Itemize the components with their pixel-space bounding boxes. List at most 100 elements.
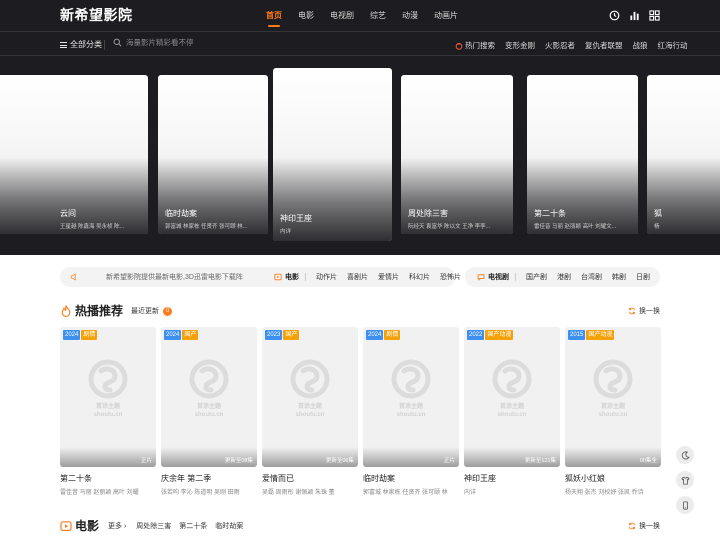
grid-icon[interactable] xyxy=(648,9,660,21)
banner-slide[interactable]: 周处除三害 阮经天 袁富华 陈以文 王净 李李... xyxy=(401,75,513,234)
theme-button[interactable] xyxy=(676,471,694,489)
top-navbar: 新希望影院 首页 电影 电视剧 综艺 动漫 动画片 xyxy=(0,0,720,30)
video-cast: 张若昀 李沁 陈道明 吴刚 田雨 xyxy=(161,490,240,496)
banner-slide[interactable]: 临时劫案 郭富城 林家栋 任贤齐 张可颐 林... xyxy=(158,75,268,234)
video-card[interactable]: 首涂主题 shoutu.cn 2024 国产 更新至08集 庆余年 第二季 张若… xyxy=(161,327,257,496)
placeholder-logo-icon xyxy=(290,359,330,399)
watermark-line1: 首涂主题 xyxy=(398,404,423,410)
clock-icon[interactable] xyxy=(608,9,620,21)
category-link[interactable]: 爱情片 xyxy=(378,272,399,282)
quick-link[interactable]: 临时劫案 xyxy=(215,521,243,531)
poster-image[interactable]: 首涂主题 shoutu.cn 2024 国产 更新至08集 xyxy=(161,327,257,467)
divider xyxy=(104,40,105,50)
video-card[interactable]: 首涂主题 shoutu.cn 2022 国产动漫 更新至121集 神印王座 内详 xyxy=(464,327,560,496)
all-categories-button[interactable]: 全部分类 xyxy=(60,39,102,50)
watermark-text: 首涂主题 shoutu.cn xyxy=(565,403,661,419)
banner-slide[interactable]: 第二十条 雷佳音 马丽 赵丽颖 高叶 刘耀文... xyxy=(527,75,638,234)
poster-image[interactable]: 首涂主题 shoutu.cn 2022 国产动漫 更新至121集 xyxy=(464,327,560,467)
video-card[interactable]: 首涂主题 shoutu.cn 2024 剧情 正片 第二十条 雷佳音 马丽 赵丽… xyxy=(60,327,156,496)
category-link[interactable]: 动作片 xyxy=(316,272,337,282)
video-title[interactable]: 爱情而已 xyxy=(262,473,358,484)
hot-section-title: 热播推荐 xyxy=(75,304,124,318)
category-link[interactable]: 喜剧片 xyxy=(347,272,368,282)
hot-keyword[interactable]: 变形金刚 xyxy=(505,40,535,51)
category-link[interactable]: 日剧 xyxy=(636,272,650,282)
poster-tags: 2022 国产动漫 xyxy=(467,330,514,340)
poster-image[interactable]: 首涂主题 shoutu.cn 2024 剧情 正片 xyxy=(363,327,459,467)
flame-icon xyxy=(61,304,71,317)
placeholder-logo-icon xyxy=(492,359,532,399)
genre-tag: 剧情 xyxy=(384,330,401,340)
tv-category-head[interactable]: 电视剧 xyxy=(477,272,516,282)
movie-category-head[interactable]: 电影 xyxy=(274,272,306,282)
nav-item-cartoon[interactable]: 动画片 xyxy=(434,10,458,21)
mobile-button[interactable] xyxy=(676,496,694,514)
category-link[interactable]: 科幻片 xyxy=(409,272,430,282)
slide-cast: 内详 xyxy=(280,229,292,235)
slide-cast: 阮经天 袁富华 陈以文 王净 李李... xyxy=(408,224,491,230)
poster-image[interactable]: 首涂主题 shoutu.cn 2023 国产 更新至06集 xyxy=(262,327,358,467)
watermark-line1: 首涂主题 xyxy=(196,404,221,410)
category-link[interactable]: 恐怖片 xyxy=(440,272,461,282)
category-link[interactable]: 国产剧 xyxy=(526,272,547,282)
chat-bubble-icon xyxy=(477,274,485,281)
nav-item-variety[interactable]: 综艺 xyxy=(370,10,386,21)
recent-updates-link[interactable]: 最近更新 0 xyxy=(131,306,172,316)
category-link[interactable]: 韩剧 xyxy=(612,272,626,282)
hot-keyword[interactable]: 战狼 xyxy=(633,40,648,51)
video-title[interactable]: 第二十条 xyxy=(60,473,156,484)
slide-title: 第二十条 xyxy=(534,209,566,218)
genre-tag: 剧情 xyxy=(81,330,98,340)
quick-link[interactable]: 第二十条 xyxy=(179,521,207,531)
video-title[interactable]: 狐妖小红娘 xyxy=(565,473,661,484)
more-link[interactable]: 更多 › xyxy=(108,521,126,531)
search-input[interactable] xyxy=(126,38,286,47)
swap-button[interactable]: 换一换 xyxy=(628,306,660,316)
slide-title: 周处除三害 xyxy=(408,209,448,218)
video-title[interactable]: 临时劫案 xyxy=(363,473,459,484)
video-title[interactable]: 庆余年 第二季 xyxy=(161,473,257,484)
refresh-icon xyxy=(629,307,635,315)
dark-mode-button[interactable] xyxy=(676,446,694,464)
episode-status: 更新至06集 xyxy=(325,458,354,464)
genre-tag: 国产动漫 xyxy=(586,330,615,340)
hot-keyword[interactable]: 火影忍者 xyxy=(545,40,575,51)
year-tag: 2024 xyxy=(366,330,384,340)
swap-button[interactable]: 换一换 xyxy=(628,521,660,531)
category-link[interactable]: 台湾剧 xyxy=(581,272,602,282)
site-logo[interactable]: 新希望影院 xyxy=(60,5,133,25)
search-icon[interactable] xyxy=(113,38,122,47)
speaker-icon xyxy=(70,273,76,281)
video-card[interactable]: 首涂主题 shoutu.cn 2015 国产动漫 00集全 狐妖小红娘 杨天翔 … xyxy=(565,327,661,496)
watermark-text: 首涂主题 shoutu.cn xyxy=(262,403,358,419)
banner-slide-active[interactable]: 神印王座 内详 xyxy=(273,68,392,241)
video-title[interactable]: 神印王座 xyxy=(464,473,560,484)
poster-tags: 2015 国产动漫 xyxy=(568,330,615,340)
nav-item-home[interactable]: 首页 xyxy=(266,10,282,27)
refresh-icon xyxy=(629,522,635,530)
quick-link[interactable]: 周处除三害 xyxy=(136,521,171,531)
video-card[interactable]: 首涂主题 shoutu.cn 2023 国产 更新至06集 爱情而已 吴磊 周雨… xyxy=(262,327,358,496)
chart-bars-icon[interactable] xyxy=(628,9,640,21)
category-link[interactable]: 港剧 xyxy=(557,272,571,282)
watermark-line1: 首涂主题 xyxy=(600,404,625,410)
hot-keyword[interactable]: 复仇者联盟 xyxy=(585,40,623,51)
watermark-line2: shoutu.cn xyxy=(194,412,224,418)
poster-image[interactable]: 首涂主题 shoutu.cn 2015 国产动漫 00集全 xyxy=(565,327,661,467)
video-cast: 内详 xyxy=(464,490,477,496)
top-icon-group xyxy=(600,9,660,21)
banner-slide[interactable]: 云间 王星越 陈鑫海 吴永桢 陈... xyxy=(0,75,148,234)
year-tag: 2022 xyxy=(467,330,485,340)
video-card[interactable]: 首涂主题 shoutu.cn 2024 剧情 正片 临时劫案 郭富城 林家栋 任… xyxy=(363,327,459,496)
phone-icon xyxy=(682,500,688,510)
episode-status: 正片 xyxy=(443,458,455,464)
nav-item-movie[interactable]: 电影 xyxy=(298,10,314,21)
poster-image[interactable]: 首涂主题 shoutu.cn 2024 剧情 正片 xyxy=(60,327,156,467)
nav-item-anime[interactable]: 动漫 xyxy=(402,10,418,21)
hot-search-label: 热门搜索 xyxy=(465,41,495,50)
nav-item-tv[interactable]: 电视剧 xyxy=(330,10,354,21)
banner-slide[interactable]: 狐 杨 xyxy=(647,75,720,234)
hot-keyword[interactable]: 红海行动 xyxy=(658,40,688,51)
placeholder-logo-icon xyxy=(391,359,431,399)
swap-label: 换一换 xyxy=(639,308,660,315)
